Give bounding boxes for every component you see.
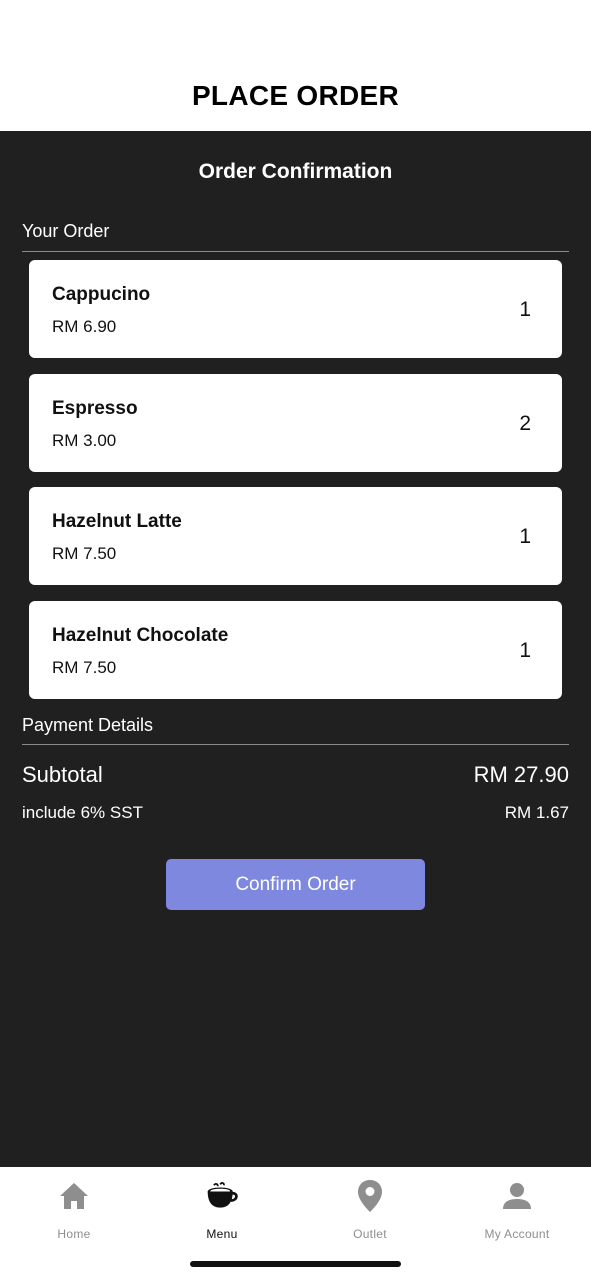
sst-row: include 6% SST RM 1.67 [22,803,569,825]
item-quantity: 2 [519,412,531,435]
item-price: RM 7.50 [52,544,117,563]
order-confirmation-panel: Order Confirmation Your Order Cappucino … [0,131,591,1167]
tab-outlet[interactable]: Outlet [296,1179,444,1243]
item-price: RM 6.90 [52,317,117,336]
item-price: RM 7.50 [52,658,117,677]
subtotal-label: Subtotal [22,762,103,787]
app-header: PLACE ORDER [0,0,591,131]
tab-my-account[interactable]: My Account [443,1179,591,1243]
item-quantity: 1 [519,525,531,548]
tab-home[interactable]: Home [0,1179,148,1243]
item-name: Cappucino [52,284,151,305]
confirm-order-button[interactable]: Confirm Order [166,859,425,910]
item-quantity: 1 [519,298,531,321]
order-item-card: Hazelnut Chocolate RM 7.50 1 [29,601,562,699]
home-icon [57,1179,91,1213]
section-title: Order Confirmation [198,160,393,183]
subtotal-value: RM 27.90 [473,762,569,787]
your-order-label: Your Order [22,221,110,241]
tab-label: Home [57,1227,91,1241]
sst-value: RM 1.67 [504,803,569,822]
tab-label: Outlet [353,1227,387,1241]
coffee-cup-icon [205,1179,239,1213]
item-name: Hazelnut Chocolate [52,625,229,646]
tab-menu[interactable]: Menu [148,1179,296,1243]
item-name: Hazelnut Latte [52,511,182,532]
subtotal-row: Subtotal RM 27.90 [22,762,569,790]
tab-label: Menu [206,1227,238,1241]
location-pin-icon [353,1179,387,1213]
item-price: RM 3.00 [52,431,117,450]
person-icon [500,1179,534,1213]
payment-details-label: Payment Details [22,715,154,735]
order-item-card: Hazelnut Latte RM 7.50 1 [29,487,562,585]
home-indicator[interactable] [190,1261,401,1267]
item-quantity: 1 [519,639,531,662]
page-title: PLACE ORDER [191,80,400,111]
item-name: Espresso [52,398,138,419]
order-item-card: Espresso RM 3.00 2 [29,374,562,472]
tab-label: My Account [484,1227,550,1241]
order-item-card: Cappucino RM 6.90 1 [29,260,562,358]
your-order-divider [22,251,569,252]
sst-label: include 6% SST [22,803,143,822]
payment-divider [22,744,569,745]
